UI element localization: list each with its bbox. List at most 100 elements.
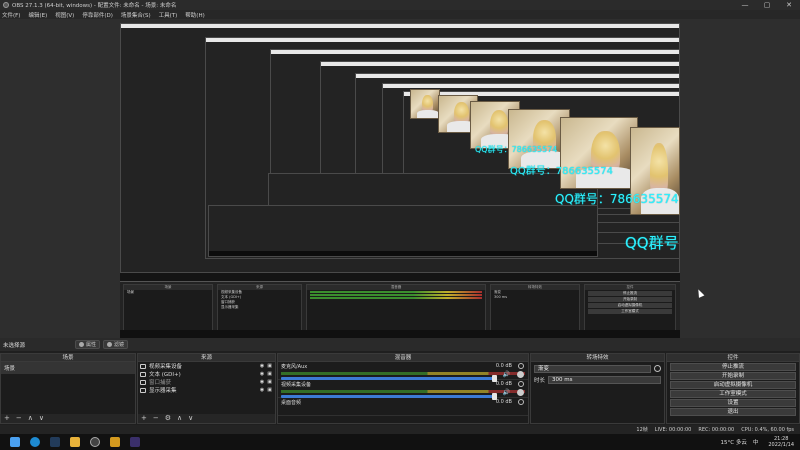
source-toolbar: 未选择源 属性 滤镜 [0, 338, 800, 351]
scenes-dock: 场景 场景 + − ∧ ∨ [0, 353, 136, 424]
monitor-icon [140, 387, 146, 393]
preview-area[interactable]: QQ群号：786635574 QQ群号：786635574 QQ群号：78663… [0, 19, 800, 338]
menu-tools[interactable]: 工具(T) [159, 11, 178, 19]
mixer-track-desktop-audio: 桌面音频 0.0 dB [278, 398, 528, 416]
start-virtual-camera-button[interactable]: 启动虚拟摄像机 [670, 381, 796, 389]
system-clock[interactable]: 21:28 2022/1/14 [768, 436, 794, 448]
title-bar: OBS 27.1.3 (64-bit, windows) - 配置文件: 未命名… [0, 0, 800, 10]
settings-button[interactable]: 设置 [670, 399, 796, 407]
mouse-cursor-icon [695, 288, 705, 298]
filters-button[interactable]: 滤镜 [103, 340, 129, 349]
track-menu-icon[interactable] [518, 363, 524, 369]
windows-start-icon[interactable] [10, 437, 20, 447]
menu-file[interactable]: 文件(F) [2, 11, 20, 19]
inner-transitions-panel: 转场特效 渐变 300 ms [490, 284, 580, 334]
volume-meter [281, 372, 525, 375]
scenes-footer: + − ∧ ∨ [1, 414, 135, 423]
cpu-fps: CPU: 0.4%, 60.00 fps [741, 426, 794, 433]
filter-icon [107, 342, 113, 347]
start-recording-button[interactable]: 开始录制 [670, 372, 796, 380]
qq-text-small: QQ群号：786635574 [475, 145, 558, 154]
inner-taskbar [120, 330, 680, 338]
obs-taskbar-icon[interactable] [90, 437, 100, 447]
window-icon [140, 379, 146, 385]
add-source-button[interactable]: + [141, 414, 147, 423]
menu-edit[interactable]: 编辑(E) [28, 11, 47, 19]
source-item-video-capture[interactable]: 视频采集设备 ◉ ▣ [138, 362, 275, 370]
exit-button[interactable]: 退出 [670, 408, 796, 416]
audio-mixer-dock: 混音器 麦克风/Aux 0.0 dB 🔊 视频采集设备 0.0 dB 🔊 桌面音… [277, 353, 529, 424]
status-bar: 12帧 LIVE: 00:00:00 REC: 00:00:00 CPU: 0.… [0, 425, 800, 434]
window-title: OBS 27.1.3 (64-bit, windows) - 配置文件: 未命名… [12, 3, 177, 9]
minimize-button[interactable]: — [734, 0, 756, 10]
lock-icon[interactable]: ▣ [267, 363, 272, 369]
transitions-dock: 转场特效 渐变 时长 300 ms [530, 353, 665, 424]
move-source-down-button[interactable]: ∨ [188, 414, 193, 423]
menu-docks[interactable]: 停靠部件(D) [82, 11, 113, 19]
maximize-button[interactable]: ▢ [756, 0, 778, 10]
menu-view[interactable]: 视图(V) [55, 11, 74, 19]
gear-icon[interactable] [654, 365, 661, 372]
transitions-title: 转场特效 [531, 354, 664, 362]
gear-icon [79, 342, 85, 347]
speaker-icon[interactable]: 🔊 [503, 371, 510, 378]
qq-text-xlarge: QQ群号：786635574 [625, 234, 680, 252]
sources-footer: + − ⚙ ∧ ∨ [138, 414, 275, 423]
live-timer: LIVE: 00:00:00 [654, 426, 692, 433]
move-scene-up-button[interactable]: ∧ [28, 414, 33, 423]
source-item-window-capture[interactable]: 窗口捕获 ◉ ▣ [138, 378, 275, 386]
rec-timer: REC: 00:00:00 [698, 426, 735, 433]
eye-icon[interactable]: ◉ [260, 363, 264, 369]
controls-body: 停止推流 开始录制 启动虚拟摄像机 工作室模式 设置 退出 [667, 362, 799, 423]
lock-icon[interactable]: ▣ [267, 387, 272, 393]
move-scene-down-button[interactable]: ∨ [39, 414, 44, 423]
obs-logo-icon [3, 2, 9, 8]
eye-icon[interactable]: ◉ [260, 371, 264, 377]
source-item-display-capture[interactable]: 显示器采集 ◉ ▣ [138, 386, 275, 394]
controls-dock: 控件 停止推流 开始录制 启动虚拟摄像机 工作室模式 设置 退出 [666, 353, 800, 424]
remove-source-button[interactable]: − [153, 414, 159, 423]
move-source-up-button[interactable]: ∧ [177, 414, 182, 423]
windows-taskbar: 15°C 多云 中 21:28 2022/1/14 [0, 434, 800, 450]
sources-dock: 来源 视频采集设备 ◉ ▣ 文本 (GDI+) ◉ ▣ 窗口捕获 ◉ ▣ 显示器… [137, 353, 276, 424]
remove-scene-button[interactable]: − [16, 414, 22, 423]
menu-scene-collection[interactable]: 场景集合(S) [121, 11, 151, 19]
mixer-tracks: 麦克风/Aux 0.0 dB 🔊 视频采集设备 0.0 dB 🔊 桌面音频 0.… [278, 362, 528, 423]
add-scene-button[interactable]: + [4, 414, 10, 423]
eye-icon[interactable]: ◉ [260, 387, 264, 393]
volume-meter [281, 390, 525, 393]
app-taskbar-icon[interactable] [110, 437, 120, 447]
file-explorer-icon[interactable] [70, 437, 80, 447]
source-properties-button[interactable]: ⚙ [165, 414, 171, 423]
studio-mode-button[interactable]: 工作室模式 [670, 390, 796, 398]
preview-canvas[interactable]: QQ群号：786635574 QQ群号：786635574 QQ群号：78663… [120, 23, 680, 338]
duration-label: 时长 [534, 377, 546, 384]
gear-icon[interactable] [517, 389, 524, 396]
scene-item[interactable]: 场景 [1, 362, 135, 374]
properties-button[interactable]: 属性 [75, 340, 101, 349]
no-source-selected-label: 未选择源 [3, 342, 26, 349]
gear-icon[interactable] [517, 371, 524, 378]
close-button[interactable]: ✕ [778, 0, 800, 10]
transition-type-select[interactable]: 渐变 [534, 364, 651, 373]
stop-streaming-button[interactable]: 停止推流 [670, 363, 796, 371]
weather-widget[interactable]: 15°C 多云 [721, 438, 747, 446]
steam-icon[interactable] [50, 437, 60, 447]
speaker-icon[interactable]: 🔊 [503, 389, 510, 396]
game-taskbar-icon[interactable] [130, 437, 140, 447]
edge-browser-icon[interactable] [30, 437, 40, 447]
eye-icon[interactable]: ◉ [260, 379, 264, 385]
track-menu-icon[interactable] [518, 399, 524, 405]
nested-panels-2 [208, 205, 598, 257]
ime-indicator[interactable]: 中 [753, 438, 759, 446]
scenes-title: 场景 [1, 354, 135, 362]
duration-input[interactable]: 300 ms [548, 375, 661, 384]
lock-icon[interactable]: ▣ [267, 379, 272, 385]
source-item-text-gdi[interactable]: 文本 (GDI+) ◉ ▣ [138, 370, 275, 378]
qq-text-large: QQ群号：786635574 [555, 192, 679, 206]
inner-controls-panel: 控件 停止推流 开始录制 启动虚拟摄像机 工作室模式 [584, 284, 676, 334]
sources-list: 视频采集设备 ◉ ▣ 文本 (GDI+) ◉ ▣ 窗口捕获 ◉ ▣ 显示器采集 … [138, 362, 275, 414]
lock-icon[interactable]: ▣ [267, 371, 272, 377]
menu-help[interactable]: 帮助(H) [185, 11, 204, 19]
track-menu-icon[interactable] [518, 381, 524, 387]
